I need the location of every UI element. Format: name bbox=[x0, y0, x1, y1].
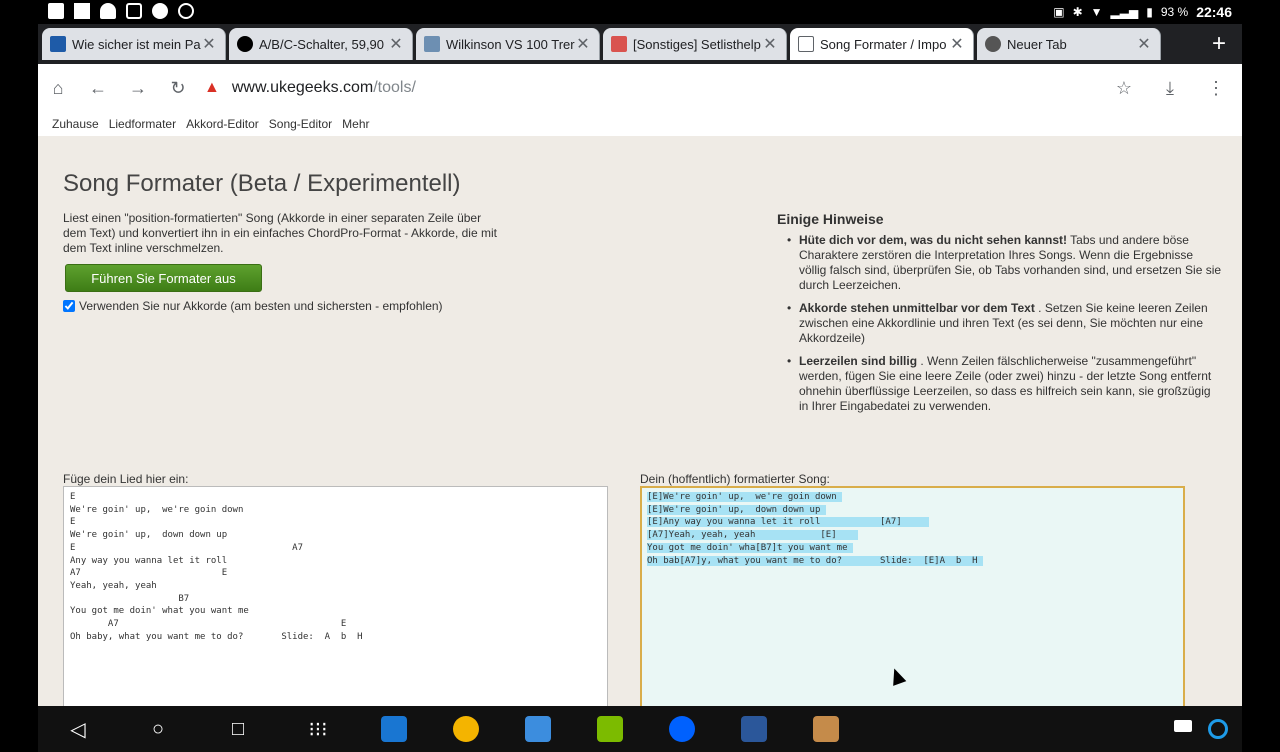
notification-icon bbox=[48, 3, 64, 19]
keyboard-icon[interactable] bbox=[1174, 720, 1192, 732]
new-tab-button[interactable]: + bbox=[1212, 30, 1226, 58]
url-path: /tools/ bbox=[373, 79, 416, 96]
song-input-textarea[interactable]: E We're goin' up, we're goin down E We'r… bbox=[63, 486, 608, 706]
dropbox-app-icon[interactable] bbox=[669, 716, 695, 742]
app-drawer-icon[interactable]: ⁝⁝⁝ bbox=[278, 717, 358, 742]
tab-title: Wilkinson VS 100 Trer bbox=[446, 36, 575, 52]
tab-title: A/B/C-Schalter, 59,90 bbox=[259, 36, 385, 52]
not-secure-warning-icon[interactable]: ▲ bbox=[204, 79, 220, 97]
url-domain: www.ukegeeks.com bbox=[231, 79, 374, 96]
chords-only-checkbox[interactable] bbox=[63, 300, 75, 312]
tab-1[interactable]: Wie sicher ist mein Pa ✕ bbox=[42, 28, 226, 60]
tip-item: Akkorde stehen unmittelbar vor dem Text … bbox=[787, 301, 1222, 346]
word-app-icon[interactable] bbox=[741, 716, 767, 742]
nav-home[interactable]: Zuhause bbox=[52, 117, 99, 131]
main-content: Song Formater (Beta / Experimentell) Lie… bbox=[38, 136, 1242, 706]
home-nav-icon[interactable]: ○ bbox=[118, 718, 198, 741]
close-icon[interactable]: ✕ bbox=[575, 34, 591, 54]
nav-akkord-editor[interactable]: Akkord-Editor bbox=[186, 117, 259, 131]
android-status-bar: ▣ ✱ ▼ ▂▃▅ ▮ 93 % 22:46 bbox=[0, 0, 1280, 24]
close-icon[interactable]: ✕ bbox=[949, 34, 965, 54]
download-icon[interactable]: ⤓ bbox=[1150, 78, 1190, 99]
tips-panel: Einige Hinweise Hüte dich vor dem, was d… bbox=[777, 211, 1222, 422]
windows-app-icon[interactable] bbox=[597, 716, 623, 742]
output-line: [E]We're goin' up, we're goin down bbox=[647, 492, 843, 502]
nav-liedformater[interactable]: Liedformater bbox=[109, 117, 176, 131]
output-line: You got me doin' wha[B7]t you want me bbox=[647, 542, 853, 553]
back-nav-icon[interactable]: ◁ bbox=[38, 717, 118, 742]
checkbox-label: Verwenden Sie nur Akkorde (am besten und… bbox=[79, 299, 443, 313]
run-formatter-button[interactable]: Führen Sie Formater aus bbox=[65, 264, 262, 292]
tab-title: Neuer Tab bbox=[1007, 36, 1067, 52]
formatted-output-textarea[interactable]: [E]We're goin' up, we're goin down [E]We… bbox=[640, 486, 1185, 706]
browser-toolbar: ⌂ ← → ↻ ▲ www.ukegeeks.com/tools/ ☆ ⤓ ⋮ bbox=[38, 64, 1242, 112]
site-nav: Zuhause Liedformater Akkord-Editor Song-… bbox=[38, 112, 1242, 135]
clock: 22:46 bbox=[1196, 4, 1232, 20]
back-icon[interactable]: ← bbox=[78, 78, 118, 99]
close-icon[interactable]: ✕ bbox=[201, 34, 217, 54]
page-title: Song Formater (Beta / Experimentell) bbox=[63, 170, 461, 197]
close-icon[interactable]: ✕ bbox=[1136, 34, 1152, 54]
system-status: ▣ ✱ ▼ ▂▃▅ ▮ 93 % 22:46 bbox=[1053, 4, 1232, 20]
bookmark-star-icon[interactable]: ☆ bbox=[1104, 78, 1144, 99]
bluetooth-icon: ✱ bbox=[1072, 5, 1083, 19]
chrome-icon bbox=[985, 36, 1001, 52]
page-icon bbox=[798, 36, 814, 52]
notification-icons bbox=[48, 3, 194, 19]
tips-title: Einige Hinweise bbox=[777, 211, 884, 227]
circle-icon bbox=[152, 3, 168, 19]
files-app-icon[interactable] bbox=[525, 716, 551, 742]
nav-song-editor[interactable]: Song-Editor bbox=[269, 117, 332, 131]
output-line: [E]Any way you wanna let it roll [A7] bbox=[647, 517, 929, 528]
close-icon[interactable]: ✕ bbox=[762, 34, 778, 54]
site-favicon-icon bbox=[424, 36, 440, 52]
screen-icon bbox=[74, 3, 90, 19]
output-label: Dein (hoffentlich) formatierter Song: bbox=[640, 472, 830, 486]
battery-icon: ▮ bbox=[1146, 5, 1153, 19]
camera-icon bbox=[126, 3, 142, 19]
chrome-app-icon[interactable] bbox=[453, 716, 479, 742]
output-line: [E]We're goin' up, down down up bbox=[647, 504, 826, 515]
site-favicon-icon bbox=[237, 36, 253, 52]
cloud-icon bbox=[100, 3, 116, 19]
cortana-icon[interactable] bbox=[1208, 719, 1228, 739]
output-line: [A7]Yeah, yeah, yeah [E] bbox=[647, 530, 859, 541]
android-nav-bar: ◁ ○ □ ⁝⁝⁝ bbox=[38, 706, 1242, 752]
tip-item: Hüte dich vor dem, was du nicht sehen ka… bbox=[787, 233, 1222, 293]
close-icon[interactable]: ✕ bbox=[388, 34, 404, 54]
tab-3[interactable]: Wilkinson VS 100 Trer ✕ bbox=[416, 28, 600, 60]
shield-icon bbox=[178, 3, 194, 19]
browser-tab-bar: Wie sicher ist mein Pa ✕ A/B/C-Schalter,… bbox=[38, 24, 1242, 64]
tip-item: Leerzeilen sind billig . Wenn Zeilen fäl… bbox=[787, 354, 1222, 414]
tab-title: [Sonstiges] Setlisthelp bbox=[633, 36, 761, 52]
tab-title: Song Formater / Impo bbox=[820, 36, 947, 52]
tab-5-active[interactable]: Song Formater / Impo ✕ bbox=[790, 28, 974, 60]
tab-2[interactable]: A/B/C-Schalter, 59,90 ✕ bbox=[229, 28, 413, 60]
email-app-icon[interactable] bbox=[381, 716, 407, 742]
home-icon[interactable]: ⌂ bbox=[38, 78, 78, 99]
intro-text: Liest einen "position-formatierten" Song… bbox=[63, 211, 497, 255]
recents-nav-icon[interactable]: □ bbox=[198, 718, 278, 741]
tab-title: Wie sicher ist mein Pa bbox=[72, 36, 201, 52]
web-page: Zuhause Liedformater Akkord-Editor Song-… bbox=[38, 112, 1242, 706]
chords-only-option[interactable]: Verwenden Sie nur Akkorde (am besten und… bbox=[63, 299, 443, 313]
signal-icon: ▂▃▅ bbox=[1110, 5, 1139, 19]
address-bar[interactable]: ▲ www.ukegeeks.com/tools/ bbox=[204, 70, 1104, 106]
forward-icon[interactable]: → bbox=[118, 78, 158, 99]
battery-percent: 93 % bbox=[1160, 5, 1189, 19]
tips-list: Hüte dich vor dem, was du nicht sehen ka… bbox=[787, 233, 1222, 414]
wifi-icon: ▼ bbox=[1090, 5, 1103, 19]
input-label: Füge dein Lied hier ein: bbox=[63, 472, 189, 486]
site-favicon-icon bbox=[611, 36, 627, 52]
nav-more[interactable]: Mehr bbox=[342, 117, 369, 131]
site-favicon-icon bbox=[50, 36, 66, 52]
tab-6[interactable]: Neuer Tab ✕ bbox=[977, 28, 1161, 60]
menu-icon[interactable]: ⋮ bbox=[1196, 78, 1236, 99]
output-line: Oh bab[A7]y, what you want me to do? Sli… bbox=[647, 555, 983, 566]
cast-icon: ▣ bbox=[1053, 5, 1065, 19]
reload-icon[interactable]: ↻ bbox=[158, 78, 198, 99]
photos-app-icon[interactable] bbox=[813, 716, 839, 742]
tab-4[interactable]: [Sonstiges] Setlisthelp ✕ bbox=[603, 28, 787, 60]
